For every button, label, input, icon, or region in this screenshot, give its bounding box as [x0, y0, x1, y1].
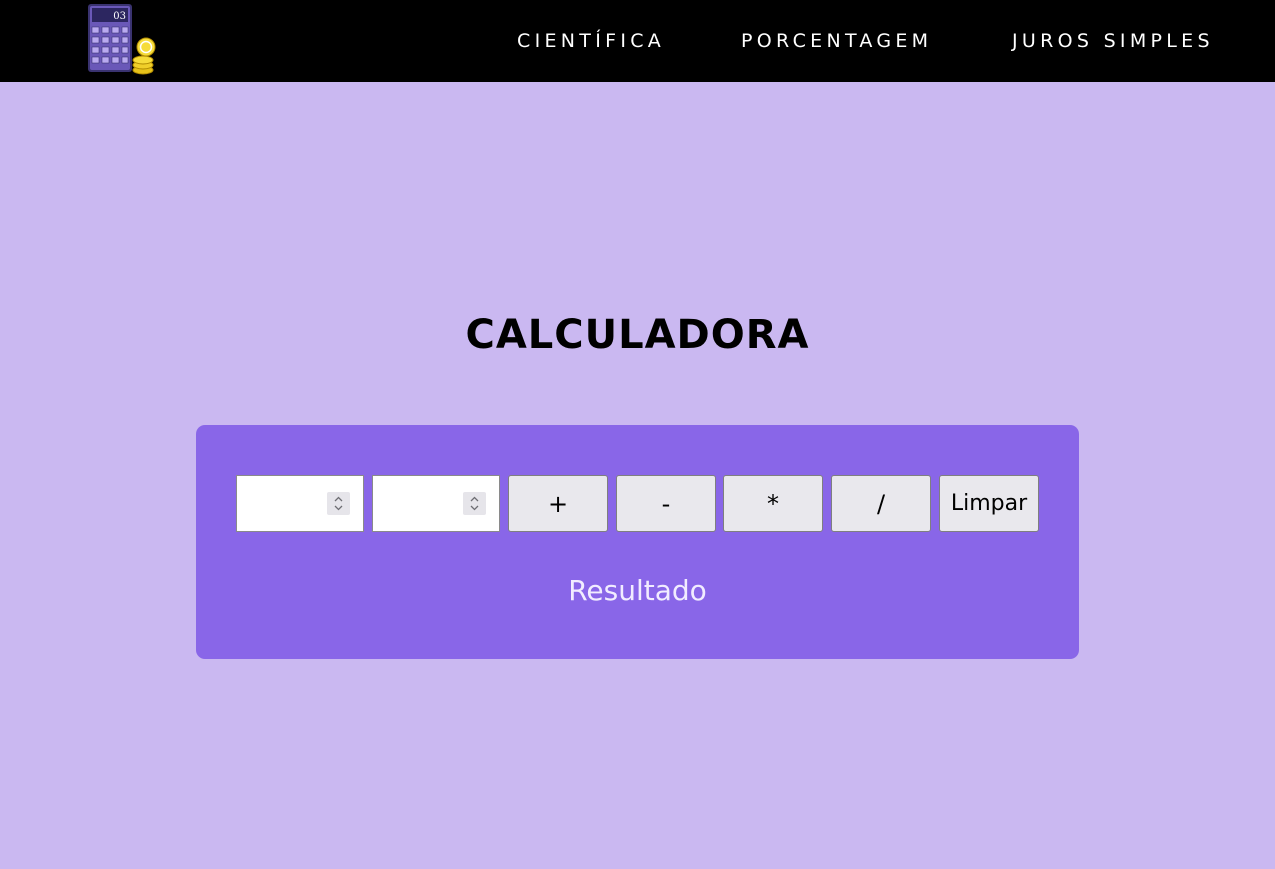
add-button[interactable]: +: [508, 475, 608, 532]
second-number-stepper-icon[interactable]: [463, 492, 486, 515]
nav-link-porcentagem[interactable]: PORCENTAGEM: [741, 29, 932, 53]
result-text: Resultado: [568, 574, 707, 607]
subtract-button[interactable]: -: [616, 475, 716, 532]
first-number-field: [236, 475, 364, 532]
first-number-stepper-icon[interactable]: [327, 492, 350, 515]
nav-link-cientifica[interactable]: CIENTÍFICA: [517, 29, 665, 53]
clear-button[interactable]: Limpar: [939, 475, 1039, 532]
calculator-panel: + - * / Limpar Resultado: [196, 425, 1079, 659]
divide-button[interactable]: /: [831, 475, 931, 532]
page-title: CALCULADORA: [465, 312, 810, 358]
logo-display-text: 03: [113, 11, 126, 22]
multiply-button[interactable]: *: [723, 475, 823, 532]
calculator-logo-icon[interactable]: 03: [86, 3, 156, 75]
navbar: 03 CIENTÍFICA PORCENTAGEM JUROS SIMPLES: [0, 0, 1275, 82]
nav-link-juros-simples[interactable]: JUROS SIMPLES: [1012, 29, 1214, 53]
second-number-field: [372, 475, 500, 532]
